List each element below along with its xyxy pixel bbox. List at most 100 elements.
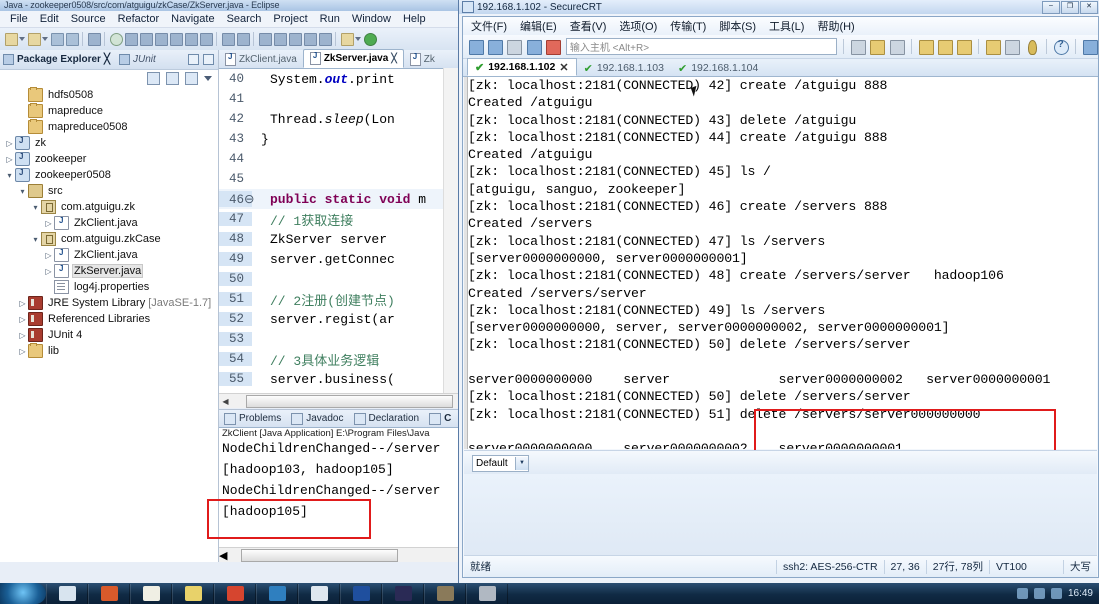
tree-item[interactable]: mapreduce [0, 103, 218, 119]
find-icon[interactable] [889, 39, 905, 55]
resume-icon[interactable] [108, 31, 123, 47]
tree-item[interactable]: mapreduce0508 [0, 119, 218, 135]
step-over-icon[interactable] [183, 31, 198, 47]
scroll-left-icon[interactable]: ◀ [219, 549, 227, 562]
menu-bianji[interactable]: 编辑(E) [520, 18, 557, 34]
maximize-button[interactable]: ❐ [1061, 0, 1079, 14]
taskbar-item[interactable] [214, 583, 256, 604]
help-icon[interactable] [1053, 39, 1069, 55]
collapse-all-icon[interactable] [147, 71, 160, 85]
pencil-icon[interactable] [272, 31, 287, 47]
editor-overview-ruler[interactable] [443, 68, 458, 394]
scroll-left-icon[interactable]: ◀ [219, 397, 232, 406]
session-select[interactable]: Default ▼ [472, 454, 529, 472]
view-menu-icon[interactable] [204, 75, 212, 81]
session-options-icon[interactable] [985, 39, 1002, 55]
suspend-icon[interactable] [123, 31, 138, 47]
taskbar-item[interactable] [466, 583, 508, 604]
disconnect-icon[interactable] [153, 31, 168, 47]
source-code-view[interactable]: 40 System.out.print 41 42 Thread.sleep(Lon 43… [219, 69, 458, 389]
close-icon[interactable]: ╳ [391, 53, 396, 64]
console-tab[interactable]: Problems [219, 412, 286, 425]
taskbar-item[interactable] [382, 583, 424, 604]
menu-run[interactable]: Run [314, 13, 346, 25]
taskbar-item[interactable] [130, 583, 172, 604]
tree-twisty-icon[interactable]: ▾ [30, 203, 41, 212]
tree-twisty-icon[interactable]: ▷ [17, 299, 28, 308]
paste-icon[interactable] [869, 39, 886, 55]
tree-item[interactable]: ▷ JUnit 4 [0, 327, 218, 343]
session-tab[interactable]: ✔ 192.168.1.103 [577, 60, 671, 76]
terminal-output[interactable]: [zk: localhost:2181(CONNECTED) 42] creat… [464, 77, 1097, 449]
tab-package-explorer[interactable]: Package Explorer ╳ [3, 54, 110, 65]
menu-gongju[interactable]: 工具(L) [769, 18, 804, 34]
next-annotation-icon[interactable] [287, 31, 302, 47]
chevron-down-icon[interactable]: ▼ [515, 456, 528, 470]
close-button[interactable]: ✕ [1080, 0, 1098, 14]
connect-local-shell-icon[interactable] [506, 39, 523, 55]
menu-source[interactable]: Source [65, 13, 112, 25]
console-horizontal-scrollbar[interactable]: ◀ [219, 547, 458, 562]
new-icon[interactable] [3, 31, 18, 47]
tab-junit[interactable]: JUnit [118, 54, 156, 65]
taskbar-item[interactable] [88, 583, 130, 604]
tree-twisty-icon[interactable]: ▷ [4, 139, 15, 148]
tile-windows-icon[interactable] [1082, 39, 1098, 55]
print-screen-icon[interactable] [956, 39, 973, 55]
editor-tab[interactable]: ZkServer.java╳ [302, 49, 404, 68]
taskbar-item[interactable] [340, 583, 382, 604]
run-icon[interactable] [362, 31, 377, 47]
connect-sftp-icon[interactable] [526, 39, 542, 55]
taskbar-item[interactable] [172, 583, 214, 604]
menu-jiaoben[interactable]: 脚本(S) [719, 18, 756, 34]
tree-item[interactable]: ▷ zookeeper [0, 151, 218, 167]
tree-item[interactable]: ▾ com.atguigu.zkCase [0, 231, 218, 247]
taskbar-item[interactable] [46, 583, 88, 604]
tree-item[interactable]: ▾ com.atguigu.zk [0, 199, 218, 215]
run-config-dropdown-icon[interactable] [354, 31, 362, 47]
menu-chuanshu[interactable]: 传输(T) [670, 18, 706, 34]
close-icon[interactable]: ╳ [104, 54, 110, 65]
minimize-icon[interactable] [188, 54, 199, 65]
menu-wenjian[interactable]: 文件(F) [471, 18, 507, 34]
connect-icon[interactable] [487, 39, 504, 55]
save-all-icon[interactable] [64, 31, 79, 47]
link-with-editor-icon[interactable] [166, 71, 179, 85]
menu-chakan[interactable]: 查看(V) [570, 18, 607, 34]
tree-twisty-icon[interactable]: ▾ [17, 187, 28, 196]
menu-help[interactable]: Help [397, 13, 432, 25]
host-input[interactable]: 输入主机 <Alt+R> [565, 38, 838, 55]
log-session-icon[interactable] [937, 39, 953, 55]
maximize-icon[interactable] [203, 54, 214, 65]
tree-twisty-icon[interactable]: ▾ [30, 235, 41, 244]
menu-refactor[interactable]: Refactor [112, 13, 166, 25]
tree-item[interactable]: ▷ zk [0, 135, 218, 151]
taskbar-clock[interactable]: 16:49 [1068, 588, 1093, 599]
new-dropdown-icon[interactable] [18, 31, 26, 47]
menu-xuanxiang[interactable]: 选项(O) [619, 18, 657, 34]
tree-item[interactable]: log4j.properties [0, 279, 218, 295]
session-tab[interactable]: ✔ 192.168.1.102 ✕ [467, 58, 577, 76]
editor-horizontal-scrollbar[interactable]: ◀ [219, 393, 458, 408]
tree-twisty-icon[interactable]: ▷ [43, 267, 54, 276]
editor-tab[interactable]: Zk [404, 51, 441, 68]
menu-navigate[interactable]: Navigate [165, 13, 220, 25]
taskbar-item[interactable] [298, 583, 340, 604]
console-output[interactable]: NodeChildrenChanged--/server [hadoop103, … [219, 441, 458, 525]
tree-item[interactable]: ▾ src [0, 183, 218, 199]
pin-icon[interactable] [1024, 39, 1040, 55]
tray-icon[interactable] [1033, 588, 1045, 599]
open-type-icon[interactable] [220, 31, 235, 47]
tree-item[interactable]: ▷ lib [0, 343, 218, 359]
skip-breakpoints-icon[interactable] [86, 31, 101, 47]
search-icon[interactable] [257, 31, 272, 47]
tray-icon[interactable] [1016, 588, 1028, 599]
global-options-icon[interactable] [1004, 39, 1021, 55]
editor-tab[interactable]: ZkClient.java [219, 51, 303, 68]
tree-twisty-icon[interactable]: ▷ [17, 315, 28, 324]
tree-twisty-icon[interactable]: ▷ [43, 251, 54, 260]
tree-item[interactable]: ▷ Referenced Libraries [0, 311, 218, 327]
scrollbar-thumb[interactable] [246, 394, 453, 408]
tree-item[interactable]: hdfs0508 [0, 87, 218, 103]
tree-item[interactable]: ▾ zookeeper0508 [0, 167, 218, 183]
